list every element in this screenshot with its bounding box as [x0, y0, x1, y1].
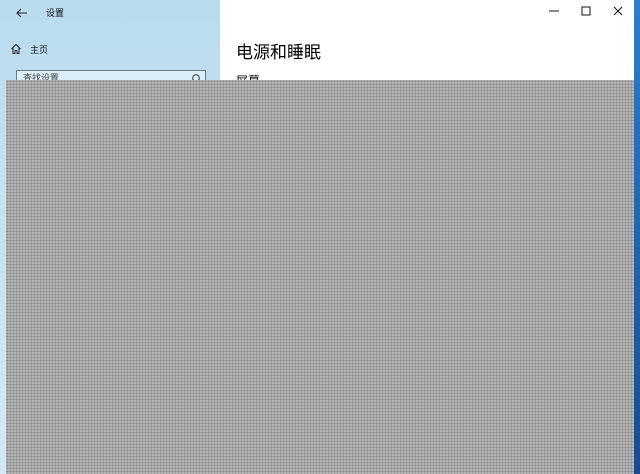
- desktop-background-right: [634, 0, 640, 474]
- minimize-button[interactable]: [538, 0, 570, 22]
- minimize-icon: [549, 10, 559, 12]
- close-button[interactable]: [602, 0, 634, 22]
- settings-window: 设置 主页 查找设置 电源和睡眠: [0, 0, 634, 474]
- maximize-button[interactable]: [570, 0, 602, 22]
- page-title: 电源和睡眠: [236, 43, 321, 63]
- sidebar-item-label: 主页: [30, 45, 49, 56]
- caption-buttons: [538, 0, 634, 22]
- arrow-left-icon: [16, 8, 27, 18]
- maximize-icon: [581, 6, 591, 16]
- window-title: 设置: [46, 9, 65, 19]
- close-icon: [613, 6, 623, 16]
- sidebar-item-home[interactable]: 主页: [10, 38, 210, 60]
- redacted-area: [6, 80, 634, 474]
- home-icon: [11, 43, 21, 54]
- back-button[interactable]: [8, 2, 36, 24]
